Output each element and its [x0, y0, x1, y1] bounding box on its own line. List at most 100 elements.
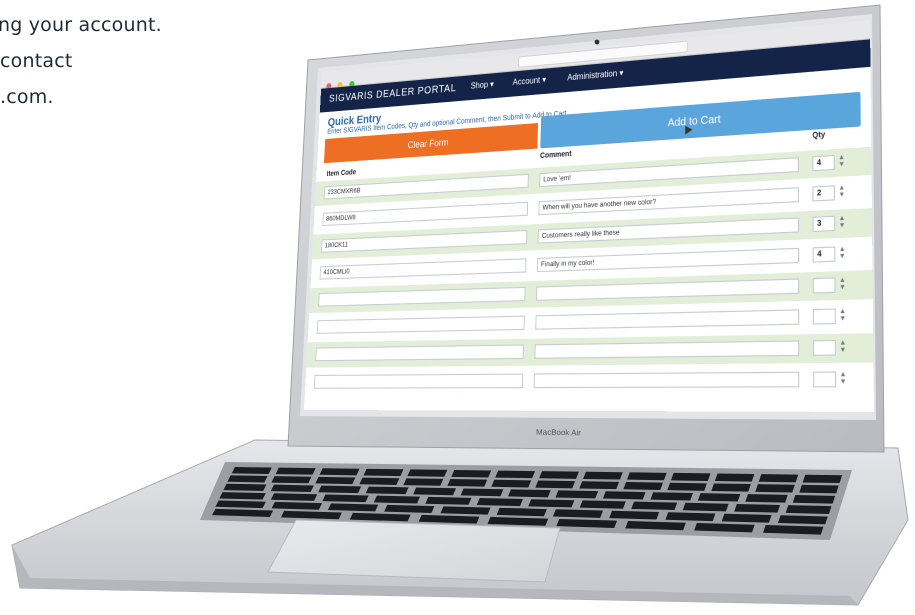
keyboard-key: [556, 518, 618, 528]
keyboard-key: [625, 520, 686, 531]
comment-input[interactable]: [534, 340, 800, 359]
keyboard-key: [650, 492, 693, 501]
keyboard-key: [755, 484, 795, 493]
keyboard-key: [555, 490, 599, 499]
keyboard-key: [318, 485, 362, 494]
device-label: MacBook Air: [535, 427, 581, 438]
qty-stepper-icon[interactable]: ▲ ▼: [838, 340, 847, 356]
qty-input[interactable]: [812, 339, 836, 356]
column-header-comment: Comment: [539, 150, 572, 161]
keyboard-key: [763, 525, 824, 535]
keyboard-key: [528, 499, 575, 508]
keyboard-key: [631, 501, 678, 511]
keyboard-key: [495, 470, 536, 479]
nav-account[interactable]: Account ▾: [513, 75, 547, 87]
keyboard-key: [623, 481, 664, 490]
qty-stepper-icon[interactable]: ▲ ▼: [838, 371, 847, 387]
qty-stepper-icon[interactable]: ▲ ▼: [838, 308, 847, 324]
column-header-item-code: Item Code: [326, 169, 357, 179]
browser-screen: SIGVARIS DEALER PORTAL Shop ▾ Account ▾ …: [303, 19, 874, 412]
keyboard-key: [626, 472, 667, 481]
keyboard-key: [609, 510, 660, 520]
keyboard-key: [407, 469, 448, 477]
keyboard-key: [583, 471, 623, 480]
keyboard-key: [349, 512, 411, 522]
qty-stepper-icon[interactable]: ▲ ▼: [838, 246, 847, 262]
item-code-input[interactable]: 860MDLW8: [322, 201, 529, 227]
qty-input[interactable]: 2: [812, 185, 836, 202]
qty-input[interactable]: 4: [812, 154, 835, 172]
keyboard-key: [418, 514, 480, 524]
keyboard-key: [425, 496, 472, 505]
keyboard-key: [212, 508, 274, 518]
comment-input[interactable]: [533, 371, 800, 389]
item-code-input[interactable]: [316, 315, 525, 334]
item-code-input[interactable]: [313, 373, 524, 389]
keyboard-key: [227, 475, 268, 483]
keyboard-key: [694, 523, 755, 533]
keyboard-key: [714, 473, 755, 482]
keyboard-key: [758, 474, 799, 483]
keyboard-key: [413, 487, 456, 496]
keyboard-key: [319, 468, 360, 476]
comment-input[interactable]: [535, 309, 800, 330]
keyboard-key: [777, 515, 828, 525]
keyboard-key: [602, 491, 646, 500]
keyboard-key: [711, 483, 751, 492]
nav-administration[interactable]: Administration ▾: [567, 68, 623, 83]
keyboard-key: [496, 507, 547, 517]
keyboard-key: [802, 474, 843, 484]
keyboard-key: [359, 477, 400, 485]
keyboard-key: [682, 502, 729, 512]
keyboard-key: [487, 516, 549, 526]
item-code-input[interactable]: [315, 344, 524, 362]
keyboard-key: [491, 479, 532, 488]
nav-shop[interactable]: Shop ▾: [471, 79, 494, 90]
keyboard-key: [734, 503, 781, 513]
keyboard-key: [792, 495, 836, 504]
keyboard-key: [667, 482, 707, 491]
keyboard-key: [535, 480, 576, 489]
qty-input[interactable]: [812, 308, 836, 325]
comment-input[interactable]: Finally in my color!: [536, 247, 800, 273]
qty-input[interactable]: [812, 277, 836, 294]
keyboard-key: [231, 467, 272, 474]
keyboard-key: [745, 494, 788, 503]
keyboard-key: [721, 513, 772, 523]
item-code-input[interactable]: 180CK11: [320, 229, 528, 253]
keyboard-key: [476, 498, 523, 507]
keyboard-key: [275, 467, 316, 475]
keyboard-key: [799, 484, 839, 494]
comment-input[interactable]: [536, 278, 800, 301]
keyboard-key: [552, 509, 604, 518]
keyboard-key: [508, 489, 551, 498]
keyboard-key: [223, 483, 267, 491]
keyboard-key: [322, 494, 369, 503]
qty-stepper-icon[interactable]: ▲ ▼: [837, 185, 846, 201]
item-code-input[interactable]: 410CMLI0: [319, 258, 527, 280]
keyboard-key: [271, 476, 312, 484]
qty-input[interactable]: [813, 371, 837, 388]
keyboard-key: [460, 488, 504, 497]
qty-stepper-icon[interactable]: ▲ ▼: [837, 215, 846, 231]
keyboard-key: [215, 500, 266, 509]
keyboard-key: [403, 478, 444, 486]
portal-brand[interactable]: SIGVARIS DEALER PORTAL: [329, 83, 457, 105]
qty-stepper-icon[interactable]: ▲ ▼: [838, 277, 847, 293]
keyboard-key: [219, 492, 266, 500]
keyboard-key: [271, 501, 323, 510]
keyboard-key: [447, 479, 488, 487]
keyboard-key: [579, 500, 626, 509]
keyboard-key: [384, 504, 435, 513]
comment-input[interactable]: Customers really like these: [537, 217, 800, 244]
keyboard-key: [270, 493, 318, 501]
item-code-input[interactable]: 233CMXR6B: [323, 173, 529, 200]
keyboard-key: [315, 476, 356, 485]
qty-input[interactable]: 4: [812, 246, 836, 263]
item-code-input[interactable]: [318, 286, 526, 307]
keyboard-key: [579, 481, 620, 490]
qty-input[interactable]: 3: [812, 215, 836, 232]
qty-stepper-icon[interactable]: ▲ ▼: [837, 154, 846, 170]
column-header-qty: Qty: [812, 131, 826, 141]
keyboard-key: [270, 484, 314, 493]
